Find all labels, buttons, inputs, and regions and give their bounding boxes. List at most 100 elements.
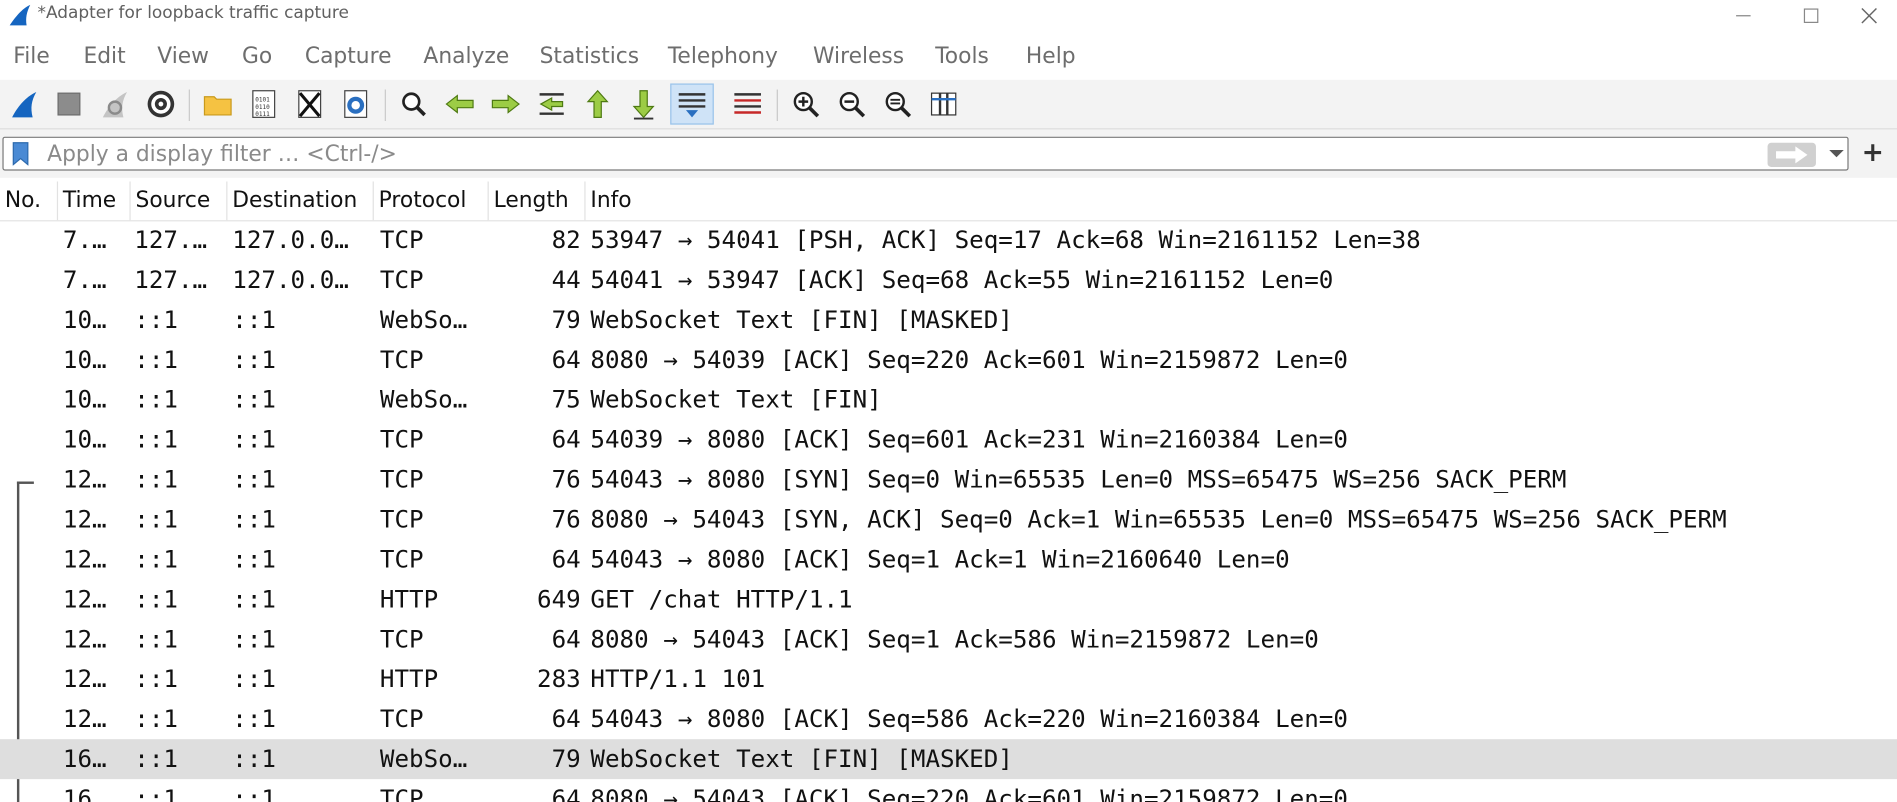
zoom-out-button[interactable] (832, 83, 871, 124)
menu-view[interactable]: View (157, 44, 209, 69)
chevron-down-icon[interactable] (1828, 148, 1845, 160)
maximize-button[interactable] (1783, 0, 1839, 31)
autoscroll-button[interactable] (670, 83, 714, 125)
bookmark-icon[interactable] (11, 142, 30, 166)
open-file-button[interactable] (198, 83, 237, 124)
cell-info: 53947 → 54041 [PSH, ACK] Seq=17 Ack=68 W… (590, 225, 1421, 255)
menu-analyze[interactable]: Analyze (423, 44, 509, 69)
col-header-length[interactable]: Length (489, 181, 586, 221)
cell-no: 16… (62, 783, 107, 802)
packet-row[interactable]: 10… ::1 ::1 TCP 64 54039 → 8080 [ACK] Se… (0, 420, 1897, 460)
col-header-no[interactable]: No. (0, 181, 59, 221)
reload-file-button[interactable] (336, 83, 375, 124)
cell-length: 79 (551, 744, 581, 774)
normal-size-icon (885, 91, 912, 118)
cell-length: 64 (551, 544, 581, 574)
save-file-button[interactable]: 0101 0110 0111 (244, 83, 283, 124)
cell-info: 8080 → 54039 [ACK] Seq=220 Ack=601 Win=2… (590, 344, 1348, 374)
open-folder-icon (203, 96, 232, 116)
cell-source: ::1 (232, 664, 276, 694)
cell-time: ::1 (134, 624, 178, 654)
cell-protocol: TCP (379, 464, 424, 494)
packet-row[interactable]: 12… ::1 ::1 HTTP 283 HTTP/1.1 101 (0, 659, 1897, 699)
menu-tools[interactable]: Tools (935, 44, 989, 69)
restart-capture-icon (102, 91, 128, 118)
normal-size-button[interactable] (878, 83, 917, 124)
display-filter-input[interactable] (39, 139, 1761, 169)
packet-row-selected[interactable]: 16… ::1 ::1 WebSo… 79 WebSocket Text [FI… (0, 739, 1897, 780)
zoom-out-icon (839, 91, 866, 118)
menu-help[interactable]: Help (1026, 44, 1076, 69)
last-packet-button[interactable] (624, 83, 663, 124)
reload-file-icon (344, 90, 368, 118)
menu-telephony[interactable]: Telephony (668, 44, 778, 69)
col-header-time[interactable]: Time (58, 181, 131, 221)
cell-info: 8080 → 54043 [ACK] Seq=1 Ack=586 Win=215… (590, 624, 1319, 654)
cell-info: GET /chat HTTP/1.1 (590, 584, 853, 614)
close-window-button[interactable] (1841, 0, 1897, 31)
cell-source: ::1 (232, 584, 276, 614)
cell-protocol: TCP (379, 264, 424, 294)
minimize-button[interactable] (1716, 0, 1772, 31)
cell-source: ::1 (232, 384, 276, 414)
packet-row[interactable]: 7.… 127.… 127.0.0… TCP 44 54041 → 53947 … (0, 260, 1897, 300)
cell-length: 44 (551, 264, 581, 294)
go-back-button[interactable] (440, 83, 479, 124)
cell-time: ::1 (134, 304, 178, 334)
cell-no: 16… (62, 744, 107, 774)
col-header-source[interactable]: Source (131, 181, 228, 221)
cell-protocol: TCP (379, 783, 424, 802)
start-capture-button[interactable] (5, 83, 44, 124)
col-header-destination[interactable]: Destination (227, 181, 374, 221)
packet-row[interactable]: 12… ::1 ::1 TCP 64 54043 → 8080 [ACK] Se… (0, 699, 1897, 739)
menu-wireless[interactable]: Wireless (813, 44, 904, 69)
autoscroll-icon (678, 93, 706, 118)
col-header-info[interactable]: Info (586, 181, 1897, 220)
first-packet-button[interactable] (578, 83, 617, 124)
cell-info: 8080 → 54043 [ACK] Seq=220 Ack=601 Win=2… (590, 783, 1348, 802)
find-packet-button[interactable] (394, 83, 433, 124)
packet-row[interactable]: 7.… 127.… 127.0.0… TCP 82 53947 → 54041 … (0, 220, 1897, 260)
packet-row[interactable]: 16… ::1 ::1 TCP 64 8080 → 54043 [ACK] Se… (0, 779, 1897, 802)
menu-file[interactable]: File (13, 44, 49, 69)
stop-capture-button[interactable] (50, 83, 89, 124)
arrow-right-icon (1776, 146, 1808, 164)
packet-row[interactable]: 10… ::1 ::1 WebSo… 75 WebSocket Text [FI… (0, 380, 1897, 420)
menu-edit[interactable]: Edit (83, 44, 125, 69)
packet-row[interactable]: 12… ::1 ::1 TCP 76 54043 → 8080 [SYN] Se… (0, 460, 1897, 500)
capture-options-button[interactable] (142, 83, 181, 124)
zoom-in-icon (793, 91, 820, 118)
restart-capture-button[interactable] (96, 83, 135, 124)
packet-row[interactable]: 12… ::1 ::1 TCP 64 54043 → 8080 [ACK] Se… (0, 540, 1897, 580)
cell-protocol: TCP (379, 504, 424, 534)
main-toolbar: 0101 0110 0111 (0, 79, 1897, 130)
last-packet-icon (632, 90, 655, 120)
packet-row[interactable]: 10… ::1 ::1 WebSo… 79 WebSocket Text [FI… (0, 300, 1897, 340)
packet-row[interactable]: 12… ::1 ::1 TCP 64 8080 → 54043 [ACK] Se… (0, 619, 1897, 659)
go-to-packet-button[interactable] (532, 83, 571, 124)
go-forward-button[interactable] (486, 83, 525, 124)
cell-info: 54043 → 8080 [SYN] Seq=0 Win=65535 Len=0… (590, 464, 1567, 494)
menu-statistics[interactable]: Statistics (540, 44, 640, 69)
cell-length: 79 (551, 304, 581, 334)
packet-row[interactable]: 10… ::1 ::1 TCP 64 8080 → 54039 [ACK] Se… (0, 340, 1897, 380)
resize-columns-button[interactable] (924, 83, 963, 124)
cell-protocol: TCP (379, 544, 424, 574)
packet-row[interactable]: 12… ::1 ::1 TCP 76 8080 → 54043 [SYN, AC… (0, 500, 1897, 540)
colorize-button[interactable] (728, 83, 767, 124)
menu-capture[interactable]: Capture (305, 44, 392, 69)
packet-row[interactable]: 12… ::1 ::1 HTTP 649 GET /chat HTTP/1.1 (0, 580, 1897, 620)
menu-go[interactable]: Go (242, 44, 272, 69)
window-title: *Adapter for loopback traffic capture (37, 3, 349, 23)
cell-source: ::1 (232, 464, 276, 494)
colorize-icon (734, 93, 761, 114)
add-filter-button[interactable]: + (1858, 137, 1887, 171)
col-header-protocol[interactable]: Protocol (374, 181, 489, 221)
go-back-icon (445, 94, 474, 114)
zoom-in-button[interactable] (786, 83, 825, 124)
cell-no: 12… (62, 584, 107, 614)
close-file-button[interactable] (290, 83, 329, 124)
go-to-packet-icon (539, 93, 564, 115)
apply-filter-button[interactable] (1767, 142, 1816, 167)
cell-no: 12… (62, 624, 107, 654)
